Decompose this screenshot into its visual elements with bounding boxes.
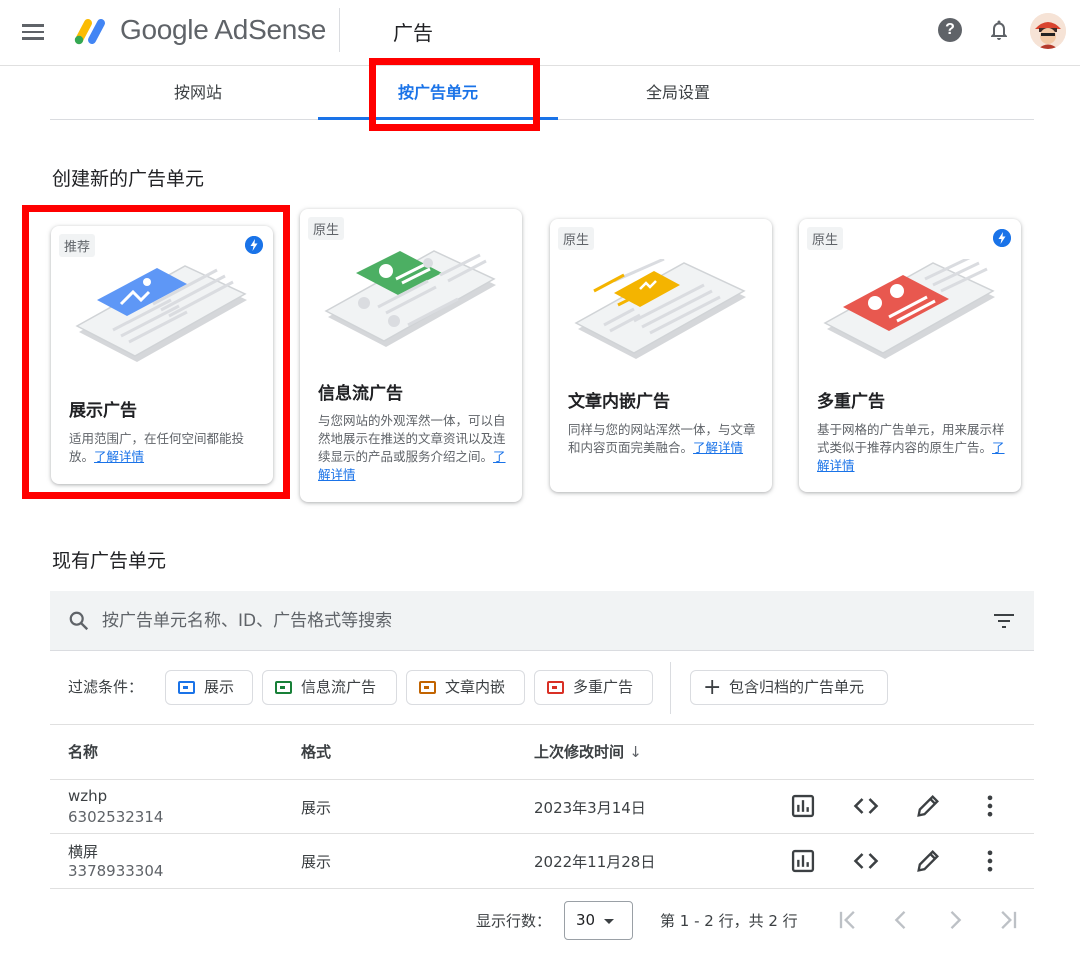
card-description: 与您网站的外观浑然一体，可以自然地展示在推送的文章资讯以及连续显示的产品或服务介… xyxy=(318,413,506,482)
page-title: 广告 xyxy=(393,21,433,45)
existing-section-title: 现有广告单元 xyxy=(52,550,167,572)
bolt-icon xyxy=(993,229,1011,247)
card-title: 信息流广告 xyxy=(318,384,403,404)
ad-unit-name[interactable]: wzhp xyxy=(68,787,107,805)
chip-display[interactable]: 展示 xyxy=(165,670,253,705)
display-ad-illustration xyxy=(75,265,247,362)
menu-icon[interactable] xyxy=(22,20,48,44)
ad-unit-format: 展示 xyxy=(301,799,332,817)
card-title: 文章内嵌广告 xyxy=(568,392,670,412)
card-tag: 原生 xyxy=(308,217,345,240)
card-in-article-ad[interactable]: 原生 文章内嵌广告 同样与您的网站浑然一体，与文章和内容页面完美融合。了解详情 xyxy=(550,219,772,492)
next-page-icon[interactable] xyxy=(941,906,969,934)
search-bar xyxy=(50,591,1034,651)
chip-label: 多重广告 xyxy=(573,678,634,696)
chip-divider xyxy=(670,662,671,714)
create-section-title: 创建新的广告单元 xyxy=(52,168,205,190)
column-header-format[interactable]: 格式 xyxy=(301,741,331,762)
card-tag: 原生 xyxy=(558,227,595,250)
code-icon[interactable] xyxy=(852,792,880,820)
filter-icon[interactable] xyxy=(992,611,1016,631)
card-title: 展示广告 xyxy=(69,401,137,421)
previous-page-icon[interactable] xyxy=(887,906,915,934)
tab-bar: 按网站 按广告单元 全局设置 xyxy=(50,66,1034,120)
tab-by-ad-unit[interactable]: 按广告单元 xyxy=(318,66,558,120)
chip-label: 文章内嵌 xyxy=(445,678,506,696)
multiplex-format-icon xyxy=(547,681,564,694)
more-vert-icon[interactable] xyxy=(976,847,1004,875)
chip-in-article[interactable]: 文章内嵌 xyxy=(406,670,525,705)
card-description: 基于网格的广告单元，用来展示样式类似于推荐内容的原生广告。了解详情 xyxy=(817,422,1005,473)
ad-unit-name[interactable]: 横屏 xyxy=(68,841,98,862)
card-title: 多重广告 xyxy=(817,392,885,412)
edit-pencil-icon[interactable] xyxy=(914,792,942,820)
bolt-icon xyxy=(245,236,263,254)
tab-global-settings[interactable]: 全局设置 xyxy=(558,66,798,120)
card-tag: 原生 xyxy=(807,227,844,250)
app-header: Google AdSense 广告 ? xyxy=(0,0,1080,66)
more-vert-icon[interactable] xyxy=(976,792,1004,820)
first-page-icon[interactable] xyxy=(834,906,862,934)
chip-multiplex[interactable]: 多重广告 xyxy=(534,670,653,705)
filter-label: 过滤条件： xyxy=(68,678,144,696)
column-header-modified[interactable]: 上次修改时间 ↓ xyxy=(534,741,642,762)
user-avatar[interactable] xyxy=(1030,13,1066,49)
dropdown-caret-icon xyxy=(604,919,614,924)
table-divider xyxy=(50,833,1034,834)
edit-pencil-icon[interactable] xyxy=(914,847,942,875)
card-description: 适用范围广，在任何空间都能投放。了解详情 xyxy=(69,431,245,464)
table-divider xyxy=(50,779,1034,780)
rows-per-page-value: 30 xyxy=(576,911,596,929)
chip-label: 展示 xyxy=(204,678,235,696)
table-divider xyxy=(50,888,1034,889)
card-display-ad[interactable]: 推荐 展示广告 适用范围广，在任何空间都能投放。了解详情 xyxy=(51,226,273,484)
ad-unit-id: 6302532314 xyxy=(68,808,164,826)
ad-unit-format: 展示 xyxy=(301,853,332,871)
code-icon[interactable] xyxy=(852,847,880,875)
last-page-icon[interactable] xyxy=(994,906,1022,934)
card-tag: 推荐 xyxy=(59,234,96,257)
search-icon xyxy=(69,611,89,631)
search-input[interactable] xyxy=(102,603,982,639)
in-article-ad-illustration xyxy=(574,259,746,359)
multiplex-ad-illustration xyxy=(823,259,995,359)
header-divider xyxy=(339,8,340,52)
ad-unit-id: 3378933304 xyxy=(68,862,164,880)
chip-label: 信息流广告 xyxy=(301,678,377,696)
ad-unit-modified: 2022年11月28日 xyxy=(534,853,656,871)
infeed-format-icon xyxy=(275,681,292,694)
in-article-format-icon xyxy=(419,681,436,694)
card-multiplex-ad[interactable]: 原生 多重广告 基于网格的广告单元，用来展示样式类似于推荐内容的原生广告。了解详… xyxy=(799,219,1021,492)
chip-infeed[interactable]: 信息流广告 xyxy=(262,670,397,705)
adsense-logo xyxy=(74,19,105,45)
report-icon[interactable] xyxy=(789,847,817,875)
tab-by-site[interactable]: 按网站 xyxy=(78,66,318,120)
column-header-name[interactable]: 名称 xyxy=(68,741,98,762)
chip-include-archived[interactable]: + 包含归档的广告单元 xyxy=(690,670,888,705)
plus-icon: + xyxy=(703,675,722,700)
notifications-bell-icon[interactable] xyxy=(987,18,1011,42)
report-icon[interactable] xyxy=(789,792,817,820)
help-icon[interactable]: ? xyxy=(938,18,962,42)
sort-arrow-icon: ↓ xyxy=(629,743,642,761)
brand-name: Google AdSense xyxy=(120,14,326,45)
pagination-range: 第 1 - 2 行，共 2 行 xyxy=(660,912,798,930)
infeed-ad-illustration xyxy=(324,250,496,347)
card-infeed-ad[interactable]: 原生 信息流广告 与您网站的外观浑然一体，可以自然地展示在推送的文章资讯以及连续… xyxy=(300,209,522,502)
learn-more-link[interactable]: 了解详情 xyxy=(693,440,743,455)
display-format-icon xyxy=(178,681,195,694)
card-description: 同样与您的网站浑然一体，与文章和内容页面完美融合。了解详情 xyxy=(568,422,756,455)
learn-more-link[interactable]: 了解详情 xyxy=(94,449,144,464)
rows-per-page-label: 显示行数： xyxy=(476,912,552,930)
chip-label: 包含归档的广告单元 xyxy=(729,678,865,696)
table-divider xyxy=(50,724,1034,725)
rows-per-page-select[interactable]: 30 xyxy=(564,901,633,940)
ad-unit-modified: 2023年3月14日 xyxy=(534,799,646,817)
